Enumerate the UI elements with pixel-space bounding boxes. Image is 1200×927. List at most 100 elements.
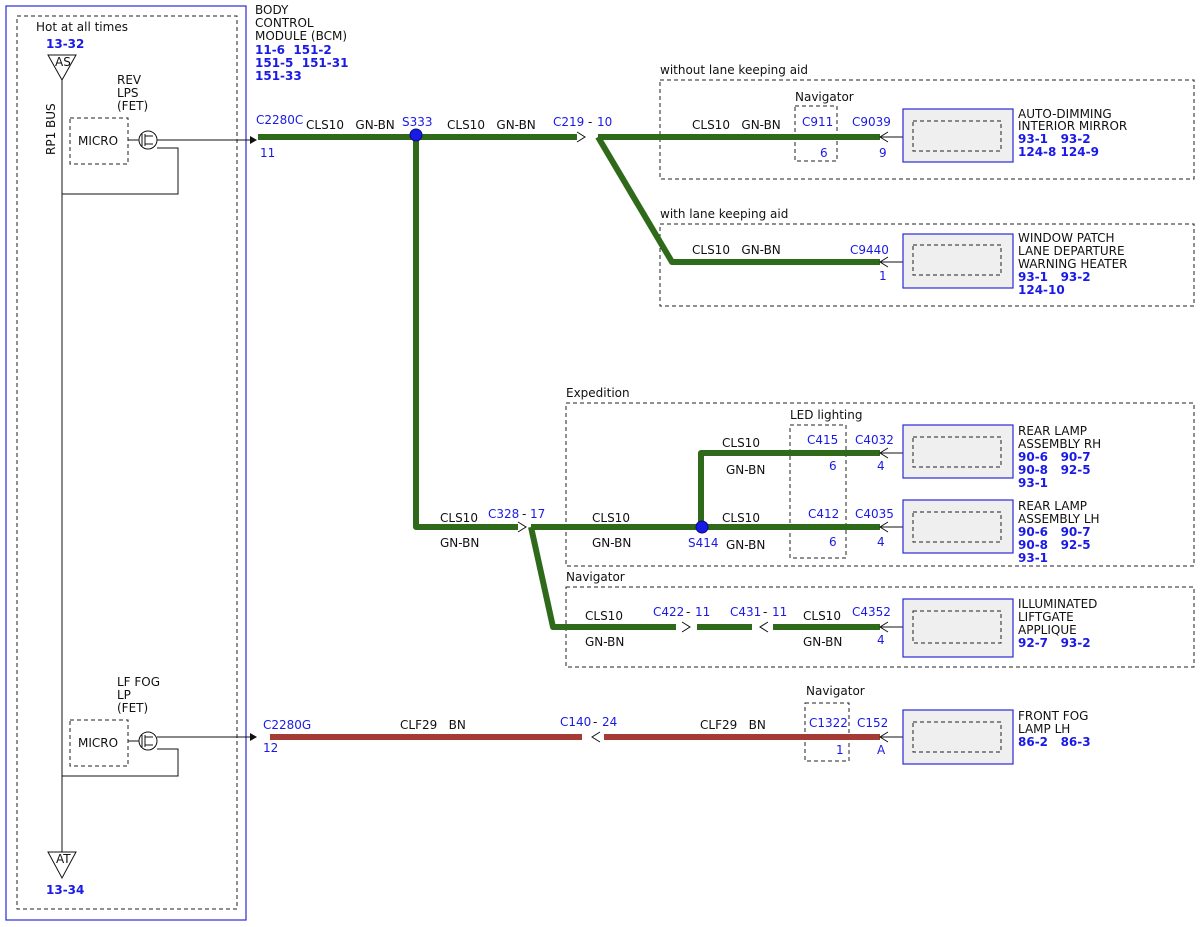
c412-label: C412 <box>808 507 839 521</box>
c412-pin: 6 <box>829 535 837 549</box>
c422-label: C422 <box>653 605 684 619</box>
component-fog-lamp[interactable] <box>902 709 1014 765</box>
c328-arrow-icon <box>517 521 527 533</box>
c140-label: C140 <box>560 715 591 729</box>
rear-rh-label-1: REAR LAMP <box>1018 424 1087 438</box>
c4035-label: C4035 <box>855 507 894 521</box>
c431-label: C431 <box>730 605 761 619</box>
fet1-label-1: REV <box>117 73 142 87</box>
wire-label-c422-cls: CLS10 <box>585 609 623 623</box>
wire-label-c328-cls: CLS10 <box>440 511 478 525</box>
window-input-arrow-icon <box>879 256 903 268</box>
c2280g-label: C2280G <box>263 718 311 732</box>
liftgate-label-2: LIFTGATE <box>1018 610 1074 624</box>
c152-label: C152 <box>857 716 888 730</box>
c431-arrow-icon <box>759 621 769 633</box>
component-rear-lamp-lh[interactable] <box>902 499 1014 554</box>
component-liftgate[interactable] <box>902 598 1014 658</box>
s414-label: S414 <box>688 536 719 550</box>
c328-label: C328 <box>488 507 519 521</box>
window-ref-2[interactable]: 124-10 <box>1018 283 1065 297</box>
hot-at-all-times-label: Hot at all times <box>36 20 128 34</box>
liftgate-label-3: APPLIQUE <box>1018 623 1077 637</box>
c4035-pin: 4 <box>877 535 885 549</box>
bcm-module-border <box>5 5 247 921</box>
wire-label-lh-cls: CLS10 <box>722 511 760 525</box>
bcm-ref-line-1[interactable]: 11-6 151-2 <box>255 43 332 57</box>
rear-lh-ref-3[interactable]: 93-1 <box>1018 551 1048 565</box>
fog-label-2: LAMP LH <box>1018 722 1070 736</box>
c415-pin: 6 <box>829 459 837 473</box>
group-navigator-c911-label: Navigator <box>795 90 854 104</box>
component-rear-lamp-rh[interactable] <box>902 424 1014 479</box>
rear-rh-ref-2[interactable]: 90-8 92-5 <box>1018 463 1091 477</box>
fet2-label-1: LF FOG <box>117 675 160 689</box>
c422-dash: - <box>686 605 690 619</box>
c2280c-label: C2280C <box>256 113 303 127</box>
wire-label-bcm-c140: CLF29 BN <box>400 718 466 732</box>
wire-s333-to-c328 <box>413 137 518 530</box>
c422-arrow-icon <box>681 621 691 633</box>
bcm-ref-line-2[interactable]: 151-5 151-31 <box>255 56 348 70</box>
fog-ref-1[interactable]: 86-2 86-3 <box>1018 735 1091 749</box>
mirror-label-2: INTERIOR MIRROR <box>1018 119 1127 133</box>
c140-pin: 24 <box>602 715 617 729</box>
bcm-ref-line-3[interactable]: 151-33 <box>255 69 302 83</box>
group-navigator-c1322-label: Navigator <box>806 684 865 698</box>
fet1-label-3: (FET) <box>117 99 148 113</box>
liftgate-label-1: ILLUMINATED <box>1018 597 1097 611</box>
splice-s414[interactable] <box>695 520 709 534</box>
liftgate-input-arrow-icon <box>879 621 903 633</box>
window-ref-1[interactable]: 93-1 93-2 <box>1018 270 1091 284</box>
c1322-label: C1322 <box>809 716 848 730</box>
wire-label-rh-cls: CLS10 <box>722 436 760 450</box>
c219-arrow-icon <box>576 131 586 143</box>
group-with-lka-label: with lane keeping aid <box>660 207 788 221</box>
rear-lh-ref-1[interactable]: 90-6 90-7 <box>1018 525 1091 539</box>
hot-ref-link[interactable]: 13-32 <box>46 37 84 51</box>
c328-pin: 17 <box>530 507 545 521</box>
triangle-top-label: AS <box>55 55 71 69</box>
group-led-lighting-label: LED lighting <box>790 408 862 422</box>
window-label-3: WARNING HEATER <box>1018 257 1128 271</box>
rear-lh-ref-2[interactable]: 90-8 92-5 <box>1018 538 1091 552</box>
rear-rh-label-2: ASSEMBLY RH <box>1018 437 1101 451</box>
liftgate-ref-1[interactable]: 92-7 93-2 <box>1018 636 1091 650</box>
component-mirror[interactable] <box>902 108 1014 163</box>
wire-label-window: CLS10 GN-BN <box>692 243 781 257</box>
c140-dash: - <box>593 715 597 729</box>
group-navigator-liftgate-label: Navigator <box>566 570 625 584</box>
triangle-bottom-label: AT <box>56 852 71 866</box>
group-without-lka-label: without lane keeping aid <box>660 63 808 77</box>
rear-rh-ref-3[interactable]: 93-1 <box>1018 476 1048 490</box>
mirror-ref-2[interactable]: 124-8 124-9 <box>1018 145 1099 159</box>
component-window-patch[interactable] <box>902 233 1014 289</box>
c4032-label: C4032 <box>855 433 894 447</box>
c431-pin: 11 <box>772 605 787 619</box>
c422-pin: 11 <box>695 605 710 619</box>
c2280c-pin: 11 <box>260 146 275 160</box>
group-expedition-label: Expedition <box>566 386 630 400</box>
wire-label-c328-gn: GN-BN <box>440 536 479 550</box>
fet2-label-2: LP <box>117 688 131 702</box>
c9039-pin: 9 <box>879 146 887 160</box>
rear-lh-label-2: ASSEMBLY LH <box>1018 512 1100 526</box>
c219-pin: 10 <box>597 115 612 129</box>
wire-label-bcm-s333: CLS10 GN-BN <box>306 118 395 132</box>
splice-s333[interactable] <box>409 128 423 142</box>
wire-label-c4352-gn: GN-BN <box>803 635 842 649</box>
c152-pin: A <box>877 743 886 757</box>
rear-rh-ref-1[interactable]: 90-6 90-7 <box>1018 450 1091 464</box>
bottom-ref-link[interactable]: 13-34 <box>46 883 84 897</box>
wire-label-c140-fog: CLF29 BN <box>700 718 766 732</box>
wire-label-s414-gn: GN-BN <box>592 536 631 550</box>
bcm-title-line-3: MODULE (BCM) <box>255 29 347 43</box>
c9440-pin: 1 <box>879 269 887 283</box>
c4352-pin: 4 <box>877 633 885 647</box>
fog-label-1: FRONT FOG <box>1018 709 1088 723</box>
mirror-ref-1[interactable]: 93-1 93-2 <box>1018 132 1091 146</box>
s333-label: S333 <box>402 115 433 129</box>
c2280c-arrow-icon <box>250 136 257 144</box>
c219-dash: - <box>588 115 592 129</box>
window-label-1: WINDOW PATCH <box>1018 231 1115 245</box>
